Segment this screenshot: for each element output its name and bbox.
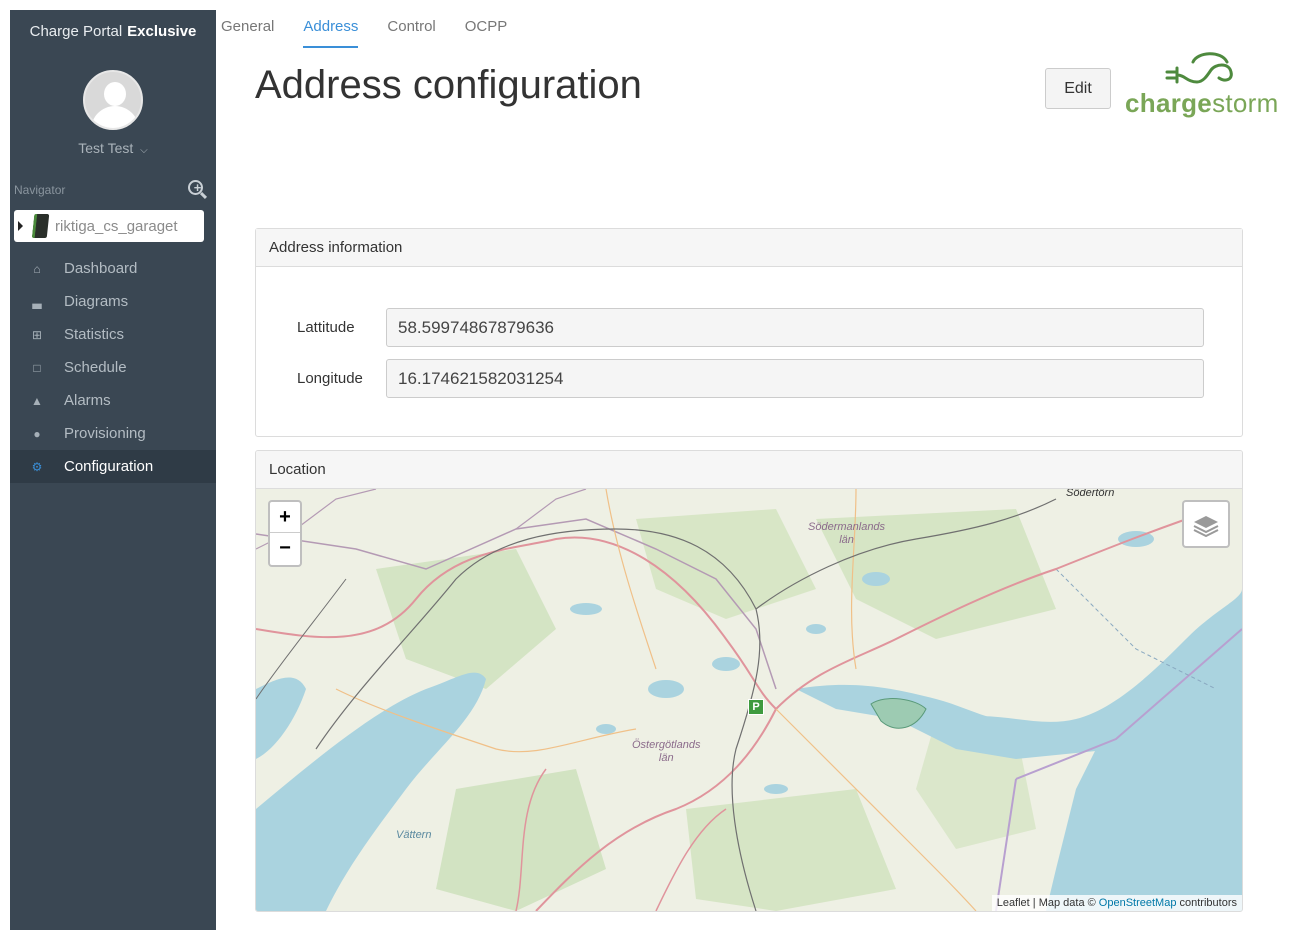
map-zoom-out-button[interactable]: − bbox=[270, 533, 300, 564]
users-icon: ● bbox=[33, 426, 41, 441]
sidebar: Charge Portal Exclusive Test Test ⌵ Navi… bbox=[10, 10, 216, 930]
map-label-line: Södermanlands bbox=[808, 521, 886, 533]
zoom-handle bbox=[199, 191, 208, 200]
latitude-input[interactable] bbox=[386, 308, 1204, 347]
sidebar-item-schedule[interactable]: □ Schedule bbox=[10, 351, 216, 384]
sidebar-item-label: Provisioning bbox=[64, 425, 146, 442]
attribution-prefix: Leaflet | Map data © bbox=[996, 897, 1096, 909]
map-attribution: Leaflet | Map data © OpenStreetMap contr… bbox=[991, 895, 1242, 911]
map-label-line: län bbox=[839, 534, 854, 546]
avatar-body bbox=[91, 106, 139, 128]
brand: Charge Portal Exclusive bbox=[10, 10, 216, 52]
expand-arrow-icon[interactable] bbox=[18, 221, 23, 231]
tab-bar: General Address Control OCPP bbox=[216, 10, 531, 48]
device-name: riktiga_cs_garaget bbox=[55, 217, 178, 235]
avatar[interactable] bbox=[83, 70, 143, 130]
tab-general[interactable]: General bbox=[221, 10, 274, 48]
latitude-row: Lattitude bbox=[256, 308, 1242, 348]
navigator-header: Navigator + bbox=[10, 178, 216, 202]
map-label-line: Östergötlands bbox=[632, 739, 701, 751]
map-label-sodertorn: Södertörn bbox=[1066, 489, 1115, 499]
layers-icon bbox=[1193, 516, 1219, 538]
calendar-icon: □ bbox=[33, 360, 41, 375]
longitude-row: Longitude bbox=[256, 359, 1242, 399]
charger-icon bbox=[31, 214, 50, 238]
gear-icon: ⚙ bbox=[31, 459, 43, 474]
sidebar-item-statistics[interactable]: ⊞ Statistics bbox=[10, 318, 216, 351]
tab-address[interactable]: Address bbox=[303, 10, 359, 48]
zoom-in-icon[interactable]: + bbox=[186, 179, 208, 201]
sidebar-item-alarms[interactable]: ▲ Alarms bbox=[10, 384, 216, 417]
map-zoom-control: + − bbox=[268, 500, 302, 567]
charger-location-marker[interactable]: P bbox=[748, 699, 764, 715]
location-panel-title: Location bbox=[256, 451, 1242, 489]
chevron-down-icon: ⌵ bbox=[140, 145, 148, 156]
map[interactable]: Södermanlands län Östergötlands län Vätt… bbox=[256, 489, 1242, 911]
sidebar-item-label: Dashboard bbox=[64, 260, 138, 277]
sidebar-item-configuration[interactable]: ⚙ Configuration bbox=[10, 450, 216, 483]
attribution-suffix: contributors bbox=[1179, 897, 1237, 909]
chargestorm-logo: chargestorm bbox=[1125, 50, 1285, 122]
map-layers-button[interactable] bbox=[1182, 500, 1230, 548]
openstreetmap-link[interactable]: OpenStreetMap bbox=[1099, 897, 1177, 909]
tab-control[interactable]: Control bbox=[387, 10, 435, 48]
map-label-line: län bbox=[658, 752, 674, 764]
address-panel-title: Address information bbox=[256, 229, 1242, 267]
sidebar-item-label: Alarms bbox=[64, 392, 111, 409]
map-label-ostergotland: Östergötlands län bbox=[632, 739, 700, 765]
edit-button[interactable]: Edit bbox=[1045, 68, 1111, 109]
map-label-sodermanland: Södermanlands län bbox=[808, 521, 885, 547]
home-icon: ⌂ bbox=[33, 261, 41, 276]
sidebar-item-label: Statistics bbox=[64, 326, 125, 343]
plug-car-icon bbox=[1165, 52, 1233, 84]
sidebar-item-diagrams[interactable]: ▃ Diagrams bbox=[10, 285, 216, 318]
sidebar-item-dashboard[interactable]: ⌂ Dashboard bbox=[10, 252, 216, 285]
table-icon: ⊞ bbox=[31, 327, 43, 342]
user-name: Test Test bbox=[78, 140, 134, 156]
sidebar-item-provisioning[interactable]: ● Provisioning bbox=[10, 417, 216, 450]
brand-bold: Exclusive bbox=[127, 22, 197, 40]
sidebar-item-label: Configuration bbox=[64, 458, 154, 475]
navigator-label: Navigator bbox=[14, 183, 66, 197]
avatar-head bbox=[104, 82, 126, 106]
logo-text-part2: storm bbox=[1212, 88, 1279, 118]
sidebar-item-label: Schedule bbox=[64, 359, 127, 376]
longitude-label: Longitude bbox=[297, 370, 363, 387]
logo-text: chargestorm bbox=[1125, 88, 1279, 119]
map-label-vattern: Vättern bbox=[396, 829, 432, 841]
user-menu[interactable]: Test Test ⌵ bbox=[10, 140, 216, 156]
device-selector[interactable]: riktiga_cs_garaget bbox=[14, 210, 204, 242]
sidebar-item-label: Diagrams bbox=[64, 293, 129, 310]
latitude-label: Lattitude bbox=[297, 319, 355, 336]
address-panel: Address information Lattitude Longitude bbox=[255, 228, 1243, 437]
longitude-input[interactable] bbox=[386, 359, 1204, 398]
bar-chart-icon: ▃ bbox=[32, 294, 42, 309]
page-title: Address configuration bbox=[255, 63, 642, 107]
logo-text-part1: charge bbox=[1125, 88, 1213, 118]
location-panel: Location Södermanlands län Östergötlands… bbox=[255, 450, 1243, 912]
map-zoom-in-button[interactable]: + bbox=[270, 502, 300, 533]
tab-ocpp[interactable]: OCPP bbox=[465, 10, 508, 48]
brand-prefix: Charge Portal bbox=[29, 22, 123, 40]
warning-icon: ▲ bbox=[31, 393, 43, 408]
sidebar-menu: ⌂ Dashboard ▃ Diagrams ⊞ Statistics □ Sc… bbox=[10, 252, 216, 483]
